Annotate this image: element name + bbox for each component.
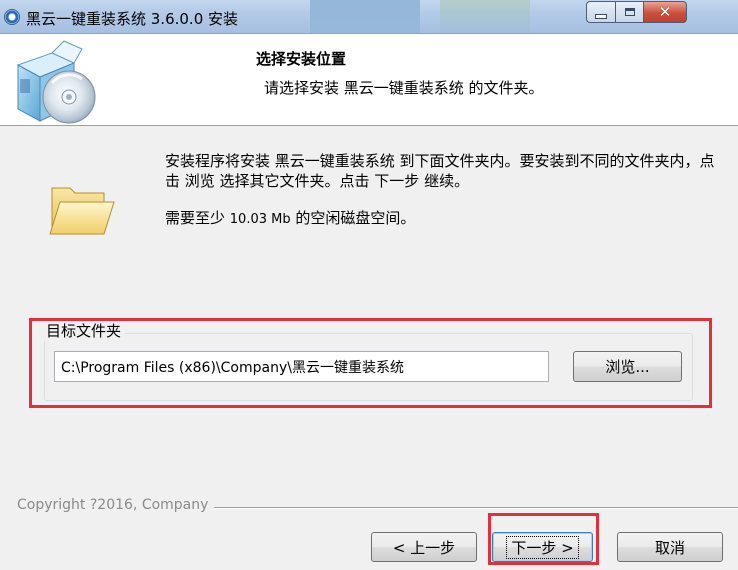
back-button[interactable]: < 上一步: [371, 532, 477, 562]
background-blur: [440, 0, 530, 33]
disk-space-prefix: 需要至少: [165, 209, 230, 227]
install-intro-text: 安装程序将安装 黑云一键重装系统 到下面文件夹内。要安装到不同的文件夹内，点击 …: [165, 152, 715, 190]
next-button[interactable]: 下一步 >: [492, 532, 593, 562]
page-title: 选择安装位置: [256, 50, 347, 68]
header-panel: 选择安装位置 请选择安装 黑云一键重装系统 的文件夹。: [0, 34, 738, 126]
copyright-text: Copyright ?2016, Company: [17, 497, 215, 513]
title-bar: 黑云一键重装系统 3.6.0.0 安装 ✕: [0, 0, 738, 34]
disk-space-text: 需要至少 10.03 Mb 的空闲磁盘空间。: [165, 207, 415, 228]
close-icon: ✕: [658, 3, 672, 21]
cancel-button[interactable]: 取消: [617, 532, 723, 562]
installer-box-cd-icon: [16, 40, 96, 124]
background-blur: [310, 0, 420, 33]
install-path-input[interactable]: [54, 351, 549, 382]
close-button[interactable]: ✕: [643, 1, 687, 23]
window-title: 黑云一键重装系统 3.6.0.0 安装: [26, 10, 239, 28]
minimize-button[interactable]: [586, 1, 615, 23]
folder-icon: [49, 187, 115, 235]
disk-space-suffix: 的空闲磁盘空间。: [290, 209, 416, 227]
next-button-label: 下一步 >: [506, 535, 579, 559]
minimize-icon: [595, 13, 607, 19]
app-icon: [4, 9, 20, 25]
disk-space-value: 10.03 Mb: [229, 212, 291, 227]
target-folder-label: 目标文件夹: [44, 320, 126, 341]
page-subtitle: 请选择安装 黑云一键重装系统 的文件夹。: [264, 79, 544, 97]
maximize-button[interactable]: [615, 1, 643, 23]
maximize-icon: [624, 8, 635, 16]
browse-button[interactable]: 浏览...: [573, 351, 682, 382]
